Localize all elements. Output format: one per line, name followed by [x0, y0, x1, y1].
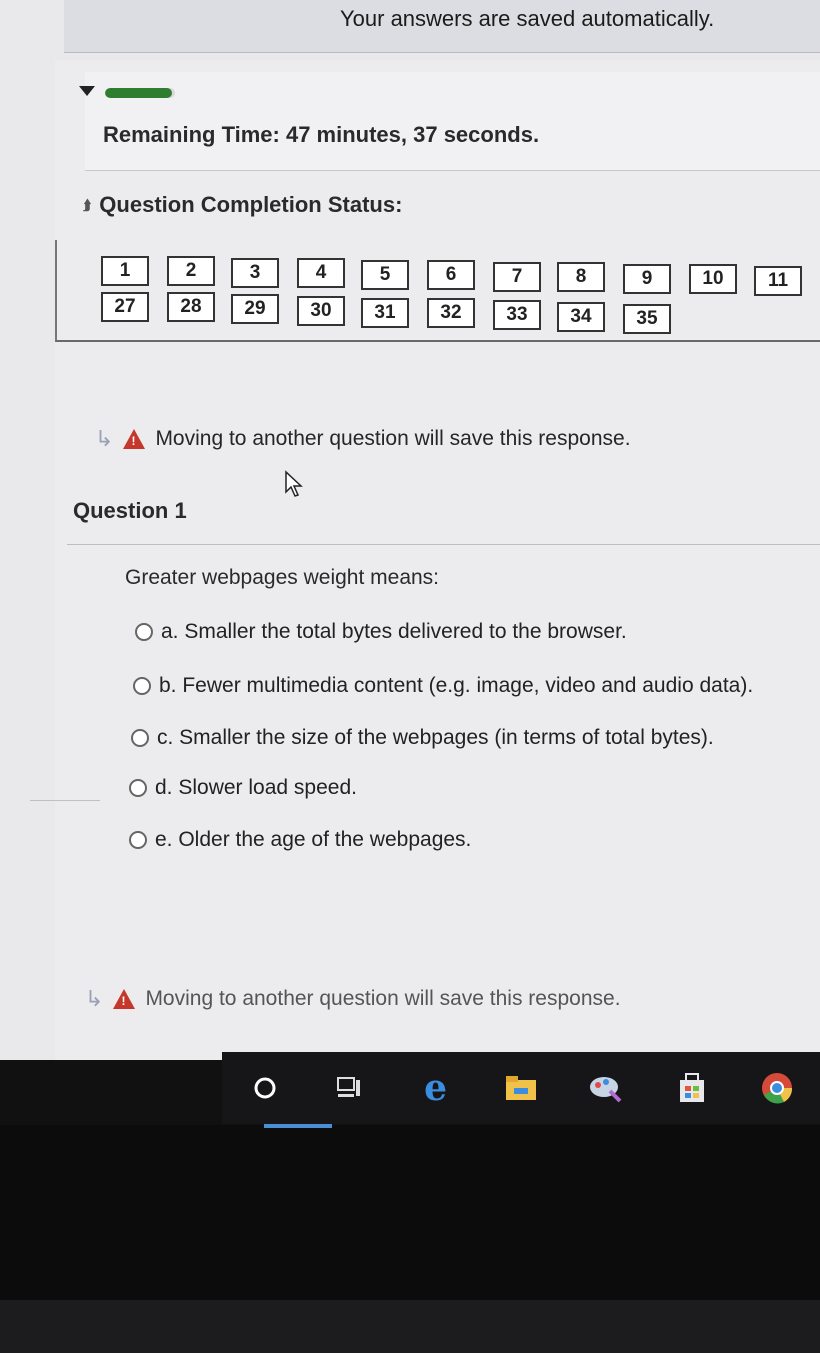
question-button[interactable]: 8	[557, 262, 605, 292]
option-label[interactable]: e. Older the age of the webpages.	[155, 828, 471, 852]
radio-button[interactable]	[129, 779, 147, 797]
edge-icon[interactable]: e	[416, 1067, 456, 1109]
radio-button[interactable]	[135, 623, 153, 641]
question-button[interactable]: 32	[427, 298, 475, 328]
question-button[interactable]: 9	[623, 264, 671, 294]
question-button[interactable]: 10	[689, 264, 737, 294]
return-arrow-icon: ↳	[85, 986, 104, 1011]
question-button[interactable]: 29	[231, 294, 279, 324]
question-button[interactable]: 30	[297, 296, 345, 326]
task-view-icon[interactable]	[330, 1068, 370, 1108]
windows-taskbar: e	[222, 1052, 820, 1124]
warning-icon: !	[123, 429, 146, 449]
chevron-up-icon[interactable]: ⮭	[83, 197, 91, 214]
question-button[interactable]: 34	[557, 302, 605, 332]
option-label[interactable]: b. Fewer multimedia content (e.g. image,…	[159, 674, 753, 698]
question-button[interactable]: 4	[297, 258, 345, 288]
save-warning-text: Moving to another question will save thi…	[145, 987, 621, 1010]
question-button[interactable]: 7	[493, 262, 541, 292]
top-banner: Your answers are saved automatically.	[64, 0, 820, 53]
test-page: Remaining Time: 47 minutes, 37 seconds. …	[55, 60, 820, 1060]
question-title: Question 1	[73, 498, 187, 523]
option-label[interactable]: a. Smaller the total bytes delivered to …	[161, 620, 627, 644]
collapse-triangle-icon[interactable]	[79, 86, 95, 96]
question-button[interactable]: 6	[427, 260, 475, 290]
radio-button[interactable]	[133, 677, 151, 695]
answer-option[interactable]: d. Slower load speed.	[129, 776, 357, 800]
question-button[interactable]: 11	[754, 266, 802, 296]
question-grid: 1 2 3 4 5 6 7 8 9 10 11 27 28 29 30 31 3…	[55, 240, 820, 342]
question-button[interactable]: 28	[167, 292, 215, 322]
answer-option[interactable]: e. Older the age of the webpages.	[129, 828, 471, 852]
option-label[interactable]: d. Slower load speed.	[155, 776, 357, 800]
question-button[interactable]: 1	[101, 256, 149, 286]
answer-option[interactable]: a. Smaller the total bytes delivered to …	[135, 620, 627, 644]
mouse-cursor-icon	[285, 470, 303, 497]
browser-screen: Your answers are saved automatically. Re…	[0, 0, 820, 1060]
question-text: Greater webpages weight means:	[125, 566, 440, 589]
divider	[30, 740, 100, 801]
time-progress-bar	[105, 88, 175, 98]
store-icon[interactable]	[672, 1068, 712, 1108]
question-button[interactable]: 3	[231, 258, 279, 288]
question-button[interactable]: 35	[623, 304, 671, 334]
answer-option[interactable]: c. Smaller the size of the webpages (in …	[131, 726, 714, 750]
divider	[67, 544, 820, 545]
autosave-message: Your answers are saved automatically.	[340, 6, 715, 31]
question-button[interactable]: 2	[167, 256, 215, 286]
save-warning-bottom: ↳ ! Moving to another question will save…	[85, 986, 621, 1012]
question-button[interactable]: 27	[101, 292, 149, 322]
question-button[interactable]: 33	[493, 300, 541, 330]
save-warning-top: ↳ ! Moving to another question will save…	[95, 426, 631, 452]
question-button[interactable]: 31	[361, 298, 409, 328]
time-progress-fill	[105, 88, 172, 98]
completion-status-header[interactable]: ⮭ Question Completion Status:	[83, 192, 402, 218]
warning-icon: !	[113, 989, 136, 1009]
monitor-base	[0, 1300, 820, 1353]
question-button[interactable]: 5	[361, 260, 409, 290]
active-app-indicator	[264, 1124, 332, 1128]
file-explorer-icon[interactable]	[501, 1068, 541, 1108]
search-circle-icon[interactable]	[245, 1068, 285, 1108]
answer-option[interactable]: b. Fewer multimedia content (e.g. image,…	[133, 674, 753, 698]
remaining-time: Remaining Time: 47 minutes, 37 seconds.	[103, 122, 540, 147]
timer-panel: Remaining Time: 47 minutes, 37 seconds.	[79, 72, 820, 171]
return-arrow-icon: ↳	[95, 426, 114, 451]
radio-button[interactable]	[129, 831, 147, 849]
radio-button[interactable]	[131, 729, 149, 747]
chrome-icon[interactable]	[757, 1068, 797, 1108]
paint-icon[interactable]	[586, 1068, 626, 1108]
save-warning-text: Moving to another question will save thi…	[155, 427, 631, 450]
option-label[interactable]: c. Smaller the size of the webpages (in …	[157, 726, 714, 750]
completion-status-title: Question Completion Status:	[99, 192, 403, 217]
